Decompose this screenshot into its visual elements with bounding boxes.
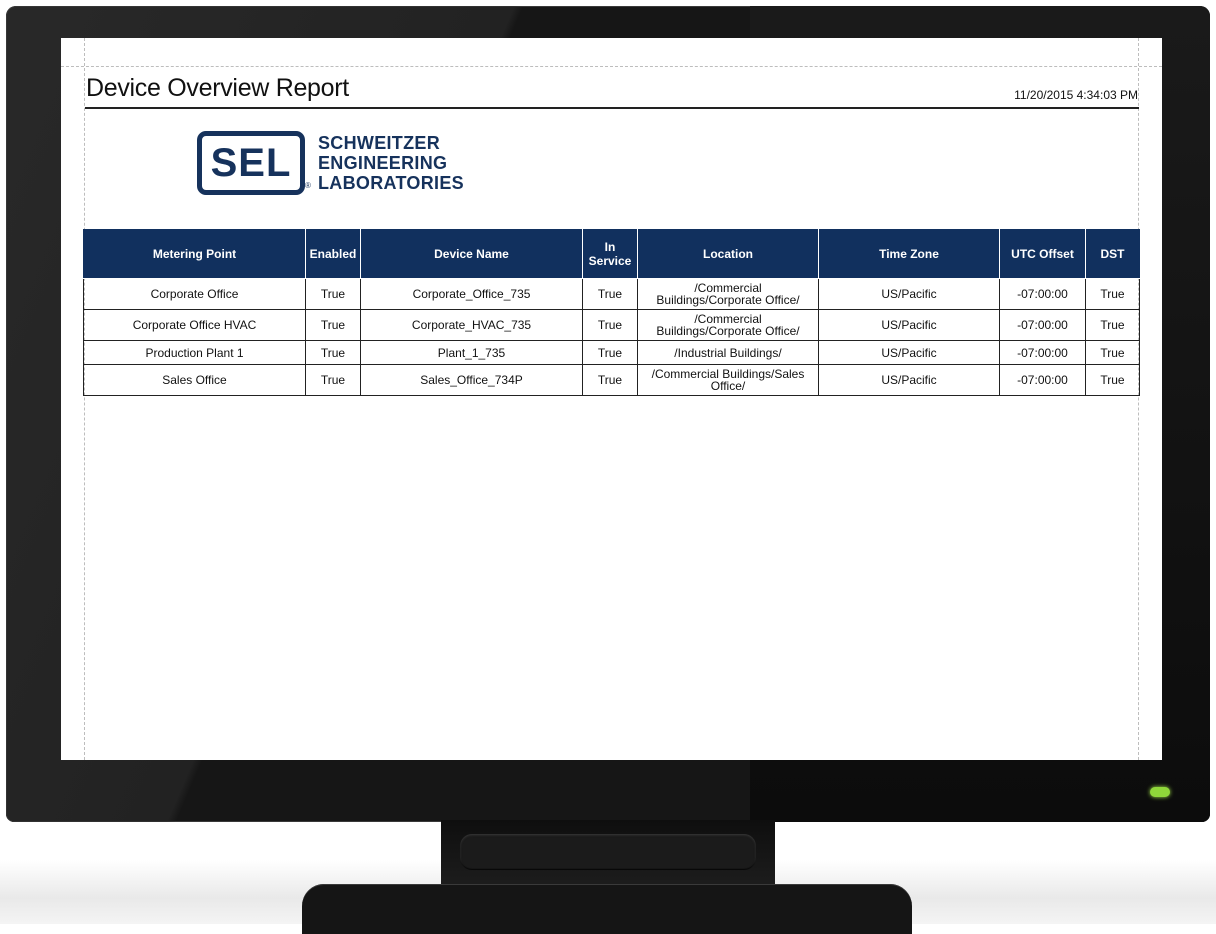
- cell-metering-point: Sales Office: [83, 364, 306, 396]
- column-header-in-service[interactable]: In Service: [582, 229, 638, 279]
- logo-line: ENGINEERING: [318, 153, 448, 173]
- cell-location: /Commercial Buildings/Sales Office/: [637, 364, 819, 396]
- sel-logo-mark: SEL: [197, 131, 305, 195]
- column-header-utc-offset[interactable]: UTC Offset: [999, 229, 1086, 279]
- cell-location: /Commercial Buildings/Corporate Office/: [637, 309, 819, 341]
- cell-device-name: Plant_1_735: [360, 340, 583, 365]
- cell-utc-offset: -07:00:00: [999, 340, 1086, 365]
- cell-location: /Industrial Buildings/: [637, 340, 819, 365]
- cell-dst: True: [1085, 340, 1140, 365]
- registered-mark: ®: [305, 181, 311, 190]
- logo-line: SCHWEITZER: [318, 133, 440, 153]
- cell-enabled: True: [305, 340, 361, 365]
- cell-time-zone: US/Pacific: [818, 364, 1000, 396]
- cell-device-name: Sales_Office_734P: [360, 364, 583, 396]
- report-timestamp: 11/20/2015 4:34:03 PM: [1014, 88, 1138, 102]
- table-row[interactable]: Corporate Office True Corporate_Office_7…: [83, 278, 1140, 310]
- cell-device-name: Corporate_Office_735: [360, 278, 583, 310]
- cell-utc-offset: -07:00:00: [999, 309, 1086, 341]
- cell-time-zone: US/Pacific: [818, 340, 1000, 365]
- cell-location: /Commercial Buildings/Corporate Office/: [637, 278, 819, 310]
- cell-dst: True: [1085, 278, 1140, 310]
- cell-in-service: True: [582, 278, 638, 310]
- cell-in-service: True: [582, 364, 638, 396]
- sel-logo-mark-text: SEL: [210, 141, 292, 185]
- cell-metering-point: Production Plant 1: [83, 340, 306, 365]
- cell-utc-offset: -07:00:00: [999, 278, 1086, 310]
- column-header-dst[interactable]: DST: [1085, 229, 1140, 279]
- title-divider: [85, 107, 1139, 109]
- monitor-base: [302, 884, 912, 934]
- power-led-icon: [1150, 787, 1170, 797]
- report-title: Device Overview Report: [86, 74, 349, 102]
- cell-in-service: True: [582, 309, 638, 341]
- margin-guide-left: [84, 38, 85, 760]
- column-header-device-name[interactable]: Device Name: [360, 229, 583, 279]
- cell-utc-offset: -07:00:00: [999, 364, 1086, 396]
- table-row[interactable]: Sales Office True Sales_Office_734P True…: [83, 364, 1140, 396]
- table-row[interactable]: Production Plant 1 True Plant_1_735 True…: [83, 340, 1140, 365]
- cell-metering-point: Corporate Office HVAC: [83, 309, 306, 341]
- cell-enabled: True: [305, 309, 361, 341]
- column-header-time-zone[interactable]: Time Zone: [818, 229, 1000, 279]
- table-header-row: Metering Point Enabled Device Name In Se…: [83, 229, 1140, 279]
- monitor-screen: Device Overview Report 11/20/2015 4:34:0…: [61, 38, 1162, 760]
- cell-in-service: True: [582, 340, 638, 365]
- margin-guide-right: [1138, 38, 1139, 760]
- device-table: Metering Point Enabled Device Name In Se…: [83, 229, 1140, 396]
- cell-dst: True: [1085, 364, 1140, 396]
- table-row[interactable]: Corporate Office HVAC True Corporate_HVA…: [83, 309, 1140, 341]
- column-header-metering-point[interactable]: Metering Point: [83, 229, 306, 279]
- sel-logo-wordmark: SCHWEITZER ENGINEERING LABORATORIES: [318, 133, 498, 193]
- cell-dst: True: [1085, 309, 1140, 341]
- sel-logo: SEL ® SCHWEITZER ENGINEERING LABORATORIE…: [197, 131, 497, 201]
- cell-enabled: True: [305, 278, 361, 310]
- monitor-neck-slot: [460, 834, 756, 870]
- margin-guide-top: [61, 66, 1162, 67]
- cell-metering-point: Corporate Office: [83, 278, 306, 310]
- column-header-location[interactable]: Location: [637, 229, 819, 279]
- cell-time-zone: US/Pacific: [818, 309, 1000, 341]
- logo-line: LABORATORIES: [318, 173, 464, 193]
- cell-enabled: True: [305, 364, 361, 396]
- column-header-enabled[interactable]: Enabled: [305, 229, 361, 279]
- cell-time-zone: US/Pacific: [818, 278, 1000, 310]
- cell-device-name: Corporate_HVAC_735: [360, 309, 583, 341]
